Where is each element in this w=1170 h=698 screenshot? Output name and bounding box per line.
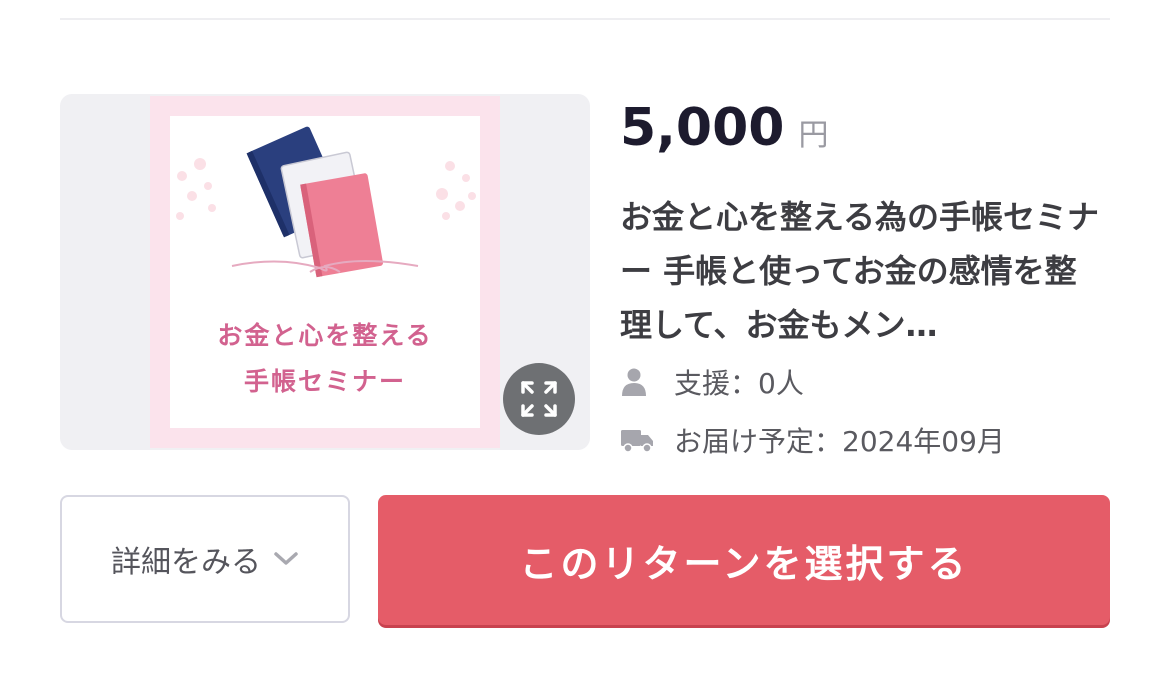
select-reward-label: このリターンを選択する xyxy=(519,541,969,586)
currency-label: 円 xyxy=(798,118,829,153)
details-button-label: 詳細をみる xyxy=(111,545,261,580)
person-icon xyxy=(620,362,660,402)
thumbnail-title-line2: 手帳セミナー xyxy=(243,367,406,396)
expand-image-button[interactable] xyxy=(503,363,575,435)
reward-card: お金と心を整える 手帳セミナー 5,000 円 お金と心を整える為の手帳セミナー… xyxy=(0,0,1170,698)
supporters-count: 支援：0人 xyxy=(620,362,804,402)
expand-icon xyxy=(521,381,557,417)
select-reward-button[interactable]: このリターンを選択する xyxy=(378,495,1110,625)
thumbnail-frame: お金と心を整える 手帳セミナー xyxy=(150,96,500,448)
top-divider xyxy=(60,18,1110,20)
reward-title: お金と心を整える為の手帳セミナー 手帳と使ってお金の感情を整理して、お金もメン… xyxy=(620,198,1100,344)
truck-icon xyxy=(620,420,660,460)
details-button[interactable]: 詳細をみる xyxy=(60,495,350,623)
supporters-text: 支援：0人 xyxy=(674,367,804,400)
delivery-date: お届け予定：2024年09月 xyxy=(620,420,1005,460)
delivery-text: お届け予定：2024年09月 xyxy=(674,425,1005,458)
thumbnail-image: お金と心を整える 手帳セミナー xyxy=(170,116,480,428)
reward-price: 5,000 xyxy=(620,98,785,158)
price-row: 5,000 円 xyxy=(620,98,828,158)
thumbnail-title-line1: お金と心を整える xyxy=(217,321,433,350)
chevron-down-icon xyxy=(273,551,299,567)
